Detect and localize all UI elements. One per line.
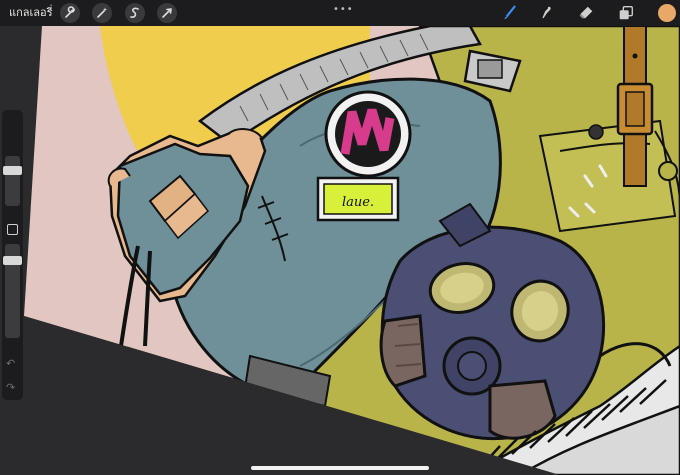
transform-icon[interactable] xyxy=(157,3,177,23)
brush-size-handle[interactable] xyxy=(3,166,22,175)
redo-icon[interactable]: ↷ xyxy=(6,382,15,394)
patch-text: laue. xyxy=(342,195,374,210)
menu-dots-icon[interactable]: ••• xyxy=(333,4,354,15)
brush-icon[interactable] xyxy=(500,3,520,23)
undo-icon[interactable]: ↶ xyxy=(6,358,15,370)
opacity-handle[interactable] xyxy=(3,256,22,265)
jacket-button xyxy=(588,124,604,140)
color-swatch[interactable] xyxy=(658,4,676,22)
layers-icon[interactable] xyxy=(616,3,636,23)
magic-wand-icon[interactable] xyxy=(92,3,112,23)
selection-icon[interactable] xyxy=(125,3,145,23)
smudge-icon[interactable] xyxy=(537,3,557,23)
home-indicator[interactable] xyxy=(251,466,429,470)
opacity-slider[interactable] xyxy=(3,244,22,338)
wrench-icon[interactable] xyxy=(60,3,80,23)
circle-patch xyxy=(324,90,412,178)
gallery-button[interactable]: แกลเลอรี่ xyxy=(9,5,53,21)
drawing-canvas[interactable]: laue. xyxy=(0,26,680,475)
modify-square-icon[interactable] xyxy=(7,224,18,235)
eraser-icon[interactable] xyxy=(576,3,596,23)
brush-size-slider[interactable] xyxy=(3,156,22,206)
name-patch: laue. xyxy=(316,176,400,222)
top-toolbar: แกลเลอรี่ ••• xyxy=(0,0,680,26)
side-toolbar: ↶ ↷ xyxy=(2,110,23,400)
